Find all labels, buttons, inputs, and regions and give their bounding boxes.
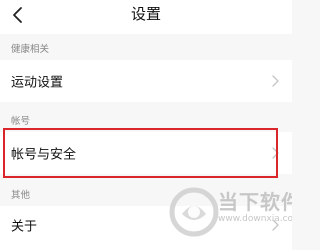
highlight-box bbox=[3, 128, 278, 178]
chevron-right-icon bbox=[272, 75, 279, 87]
page-title: 设置 bbox=[130, 5, 161, 23]
settings-page: 设置 健康相关 运动设置 帐号 帐号与安全 其他 关于 当下软件园 www.do… bbox=[0, 0, 292, 250]
watermark-url: www.downxia.com bbox=[218, 214, 292, 224]
watermark-text: 当下软件园 bbox=[218, 190, 292, 214]
list-item-label: 运动设置 bbox=[11, 75, 64, 91]
section-label-health: 健康相关 bbox=[11, 44, 50, 55]
list-item-label: 关于 bbox=[11, 219, 38, 235]
section-label-account: 帐号 bbox=[11, 116, 31, 127]
header-bar: 设置 bbox=[0, 0, 292, 34]
section-label-other: 其他 bbox=[11, 190, 31, 201]
list-item-sport-settings[interactable]: 运动设置 bbox=[0, 60, 292, 102]
